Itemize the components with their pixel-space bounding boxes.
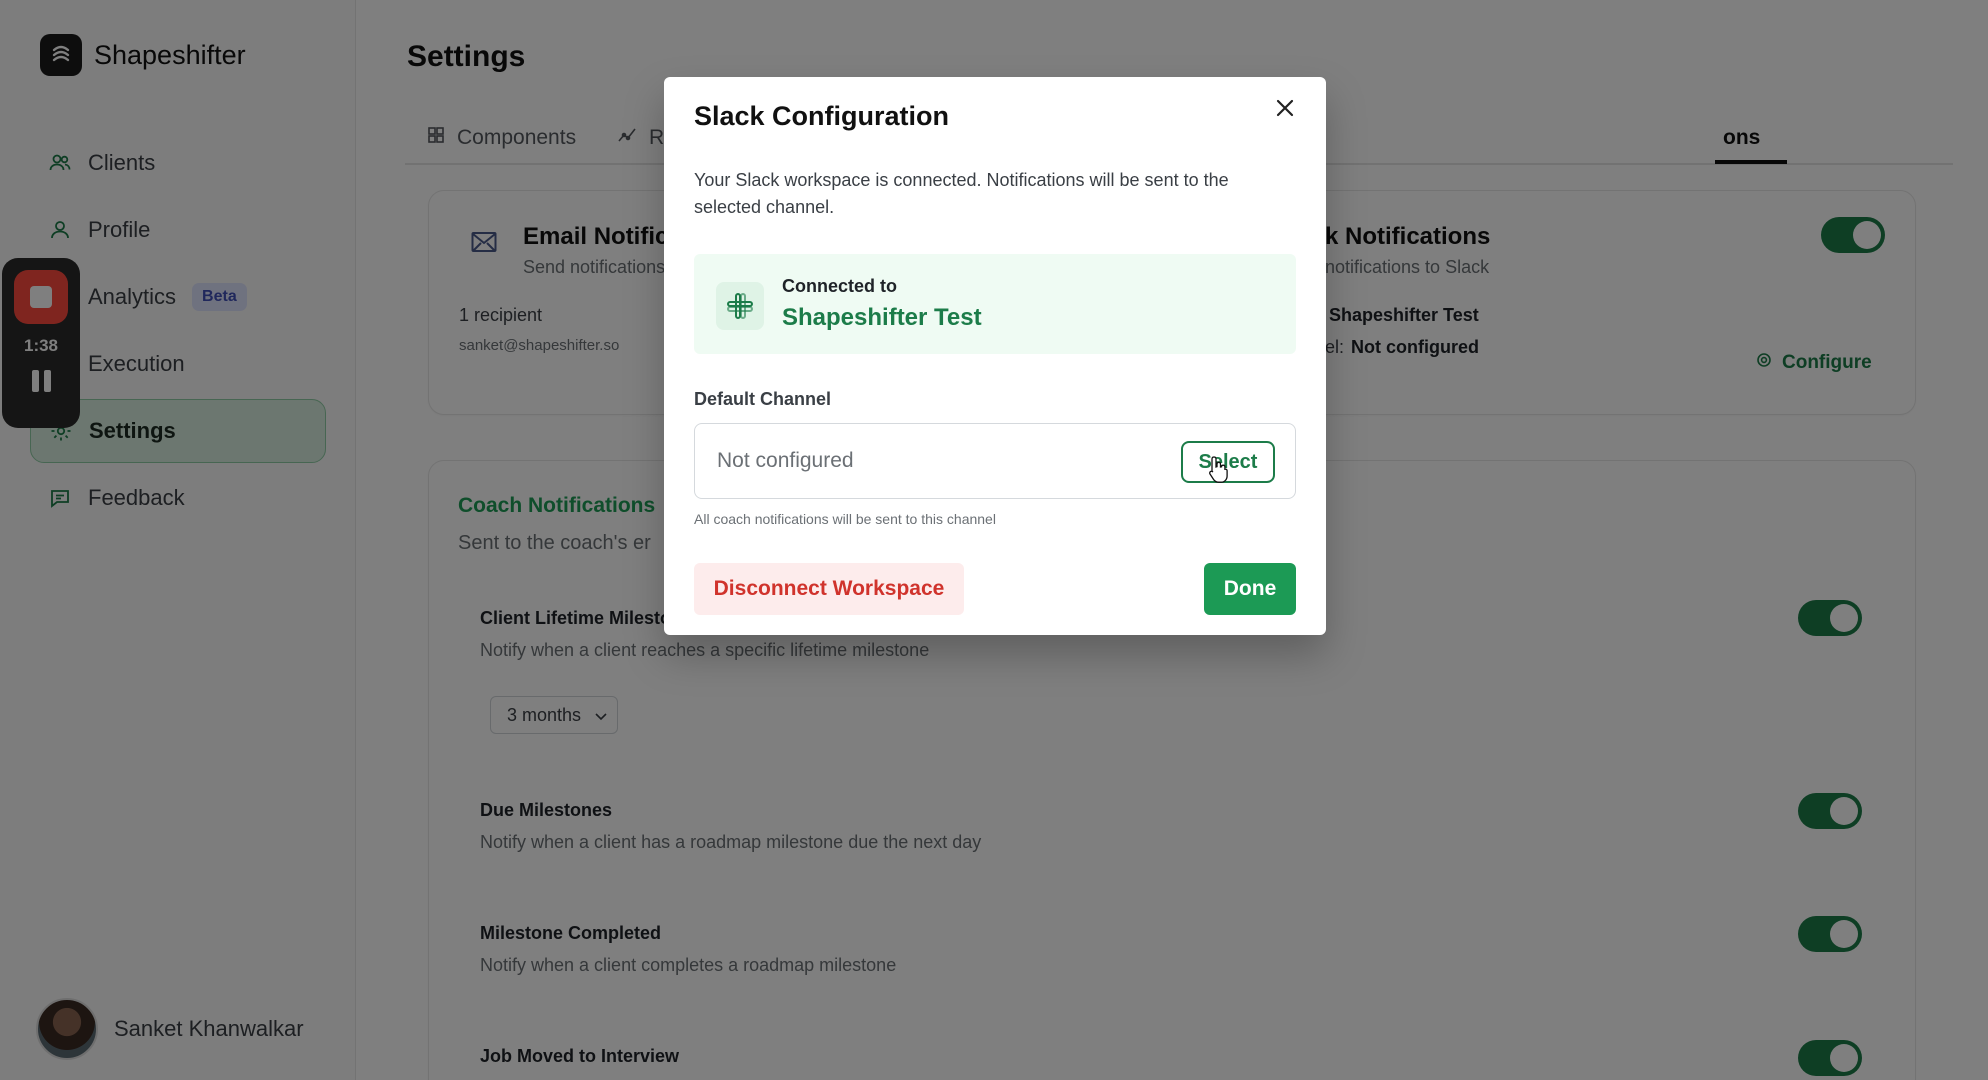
close-button[interactable]	[1270, 95, 1300, 125]
connected-workspace-panel: Connected to Shapeshifter Test	[694, 254, 1296, 354]
disconnect-workspace-button[interactable]: Disconnect Workspace	[694, 563, 964, 615]
default-channel-value: Not configured	[717, 449, 854, 472]
modal-description: Your Slack workspace is connected. Notif…	[694, 170, 1229, 217]
close-icon	[1275, 98, 1295, 123]
connected-workspace-name: Shapeshifter Test	[782, 304, 982, 331]
modal-title: Slack Configuration	[694, 101, 950, 131]
hand-cursor-icon	[1209, 456, 1228, 483]
slack-configuration-dialog: Slack Configuration Your Slack workspace…	[664, 77, 1326, 635]
default-channel-label: Default Channel	[694, 389, 832, 409]
slack-icon	[716, 282, 764, 330]
done-button[interactable]: Done	[1204, 563, 1296, 615]
default-channel-hint: All coach notifications will be sent to …	[694, 511, 996, 527]
connected-label: Connected to	[782, 276, 897, 296]
